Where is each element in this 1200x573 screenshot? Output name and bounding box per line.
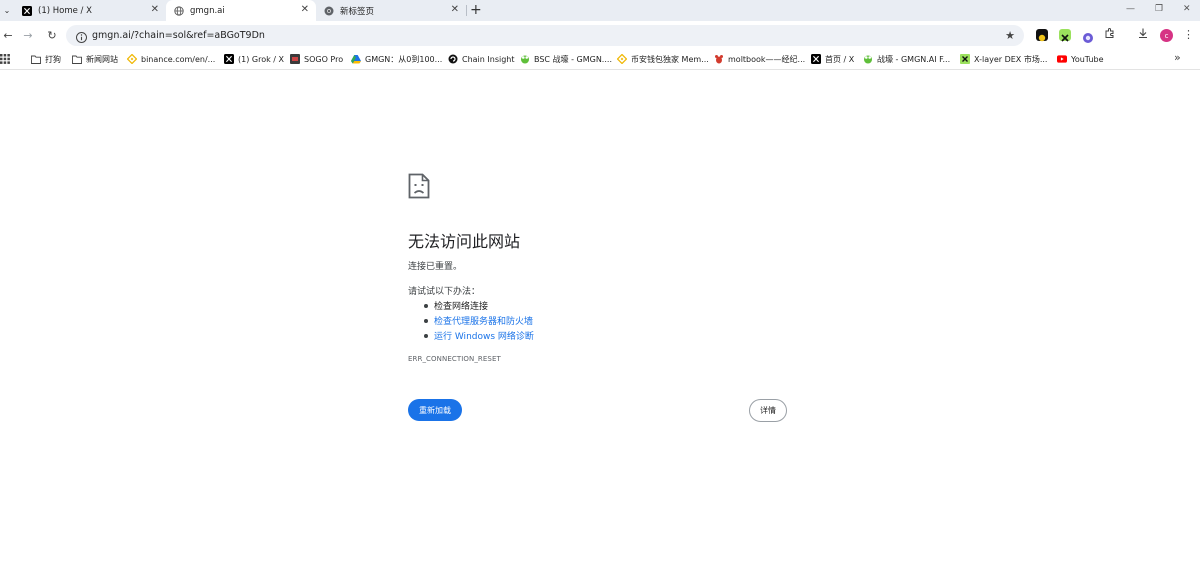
- bullet-icon: [424, 319, 428, 323]
- error-subtitle: 连接已重置。: [408, 262, 463, 272]
- back-arrow-icon[interactable]: ←: [0, 26, 16, 44]
- bookmark-binance-wallet[interactable]: 币安钱包独家 Mem...: [617, 49, 709, 69]
- apps-grid-icon[interactable]: [0, 49, 10, 69]
- minimize-icon[interactable]: —: [1126, 2, 1135, 16]
- bookmark-xlayer-dex[interactable]: X-layer DEX 市场...: [960, 49, 1047, 69]
- gmgn-frog-icon: [520, 54, 530, 64]
- x-logo-icon: [22, 5, 32, 16]
- bookmark-x-home[interactable]: 首页 / X: [811, 49, 854, 69]
- extension-globe-icon[interactable]: [1082, 29, 1094, 43]
- suggestion-network-diagnostics-link[interactable]: 运行 Windows 网络诊断: [424, 329, 534, 342]
- download-icon[interactable]: [1137, 27, 1149, 44]
- globe-icon: [174, 5, 184, 16]
- close-tab-icon[interactable]: ✕: [301, 4, 309, 16]
- suggestions-heading: 请试试以下办法：: [408, 287, 481, 297]
- suggestion-text[interactable]: 检查代理服务器和防火墙: [434, 317, 533, 327]
- restore-icon[interactable]: ❐: [1155, 2, 1163, 16]
- chrome-icon: [324, 6, 334, 16]
- tab-gmgn[interactable]: gmgn.ai ✕: [166, 0, 316, 21]
- url-text[interactable]: gmgn.ai/?chain=sol&ref=aBGoT9Dn: [92, 25, 265, 46]
- tab-home-x[interactable]: (1) Home / X ✕: [14, 0, 166, 21]
- bookmark-youtube[interactable]: YouTube: [1057, 49, 1104, 69]
- close-tab-icon[interactable]: ✕: [451, 4, 459, 16]
- bookmark-binance[interactable]: binance.com/en/...: [127, 49, 215, 69]
- tab-search-chevron-icon[interactable]: ⌄: [0, 0, 14, 21]
- reload-button[interactable]: 重新加载: [408, 399, 462, 421]
- extension-puzzle-green-icon[interactable]: [1059, 29, 1071, 42]
- bookmark-label: X-layer DEX 市场...: [974, 54, 1048, 64]
- error-code: ERR_CONNECTION_RESET: [408, 355, 501, 363]
- bookmark-label: 新闻网站: [86, 54, 118, 64]
- folder-icon: [31, 54, 41, 64]
- reload-icon[interactable]: ↻: [44, 26, 60, 44]
- suggestion-check-network: 检查网络连接: [424, 299, 488, 312]
- tab-separator: [466, 5, 467, 16]
- close-tab-icon[interactable]: ✕: [151, 4, 159, 16]
- bookmark-grok-x[interactable]: (1) Grok / X: [224, 49, 284, 69]
- bookmark-gmgn-doc[interactable]: GMGN：从0到100...: [351, 49, 442, 69]
- extensions-puzzle-icon[interactable]: [1104, 27, 1116, 44]
- bullet-icon: [424, 304, 428, 308]
- bookmark-folder-dagou[interactable]: 打狗: [31, 49, 61, 69]
- bookmark-label: binance.com/en/...: [141, 54, 216, 64]
- bookmark-label: 战壕 - GMGN.AI F...: [877, 54, 951, 64]
- bookmark-label: 币安钱包独家 Mem...: [631, 54, 709, 64]
- site-info-icon[interactable]: [75, 29, 88, 43]
- window-close-icon[interactable]: ✕: [1183, 2, 1191, 16]
- forward-arrow-icon[interactable]: →: [20, 26, 36, 44]
- suggestion-check-proxy-link[interactable]: 检查代理服务器和防火墙: [424, 314, 533, 327]
- bookmark-label: moltbook——经纪...: [728, 54, 806, 64]
- xlayer-icon: [960, 54, 970, 64]
- x-logo-icon: [811, 54, 821, 64]
- details-button[interactable]: 详情: [749, 399, 787, 422]
- suggestion-text: 检查网络连接: [434, 302, 489, 312]
- tab-new-tab[interactable]: 新标签页 ✕: [316, 0, 466, 21]
- tab-title: (1) Home / X: [38, 5, 92, 16]
- bookmark-label: GMGN：从0到100...: [365, 54, 443, 64]
- bookmark-label: 打狗: [45, 54, 61, 64]
- new-tab-plus-icon[interactable]: +: [470, 1, 482, 19]
- address-bar[interactable]: gmgn.ai/?chain=sol&ref=aBGoT9Dn ★: [66, 25, 1024, 46]
- bookmark-gmgn-trenches[interactable]: 战壕 - GMGN.AI F...: [863, 49, 950, 69]
- lobster-icon: [714, 54, 724, 64]
- bullet-icon: [424, 334, 428, 338]
- bookmark-star-icon[interactable]: ★: [1005, 28, 1015, 43]
- bookmark-bsc-gmgn[interactable]: BSC 战壕 - GMGN....: [520, 49, 612, 69]
- sad-page-icon: [408, 173, 430, 199]
- gmgn-frog-icon: [863, 54, 873, 64]
- bookmark-label: BSC 战壕 - GMGN....: [534, 54, 612, 64]
- bookmark-label: YouTube: [1071, 54, 1104, 64]
- extension-gmgn-icon[interactable]: [1036, 29, 1048, 42]
- sogo-icon: [290, 54, 300, 64]
- tab-strip: ⌄ (1) Home / X ✕ gmgn.ai ✕ 新标签页 ✕ + — ❐ …: [0, 0, 1200, 21]
- drive-icon: [351, 54, 361, 64]
- tab-title: gmgn.ai: [190, 5, 225, 16]
- bookmark-label: SOGO Pro: [304, 54, 344, 64]
- bookmarks-bar: 打狗 新闻网站 binance.com/en/... (1) Grok / X …: [0, 49, 1200, 70]
- bookmark-sogo-pro[interactable]: SOGO Pro: [290, 49, 343, 69]
- folder-icon: [72, 54, 82, 64]
- binance-icon: [127, 54, 137, 64]
- chain-insight-icon: [448, 54, 458, 64]
- bookmark-folder-news[interactable]: 新闻网站: [72, 49, 118, 69]
- bookmark-label: Chain Insight: [462, 54, 515, 64]
- bookmarks-overflow-icon[interactable]: »: [1174, 51, 1181, 64]
- error-title: 无法访问此网站: [408, 232, 521, 251]
- bookmark-chain-insight[interactable]: Chain Insight: [448, 49, 515, 69]
- bookmark-label: 首页 / X: [825, 54, 855, 64]
- toolbar: ← → ↻ gmgn.ai/?chain=sol&ref=aBGoT9Dn ★ …: [0, 21, 1200, 49]
- suggestion-text[interactable]: 运行 Windows 网络诊断: [434, 332, 534, 342]
- binance-icon: [617, 54, 627, 64]
- profile-avatar[interactable]: c: [1160, 29, 1173, 42]
- youtube-icon: [1057, 54, 1067, 64]
- x-logo-icon: [224, 54, 234, 64]
- bookmark-label: (1) Grok / X: [238, 54, 284, 64]
- tab-title: 新标签页: [340, 6, 375, 17]
- more-menu-icon[interactable]: ⋮: [1183, 27, 1194, 43]
- bookmark-moltbook[interactable]: moltbook——经纪...: [714, 49, 805, 69]
